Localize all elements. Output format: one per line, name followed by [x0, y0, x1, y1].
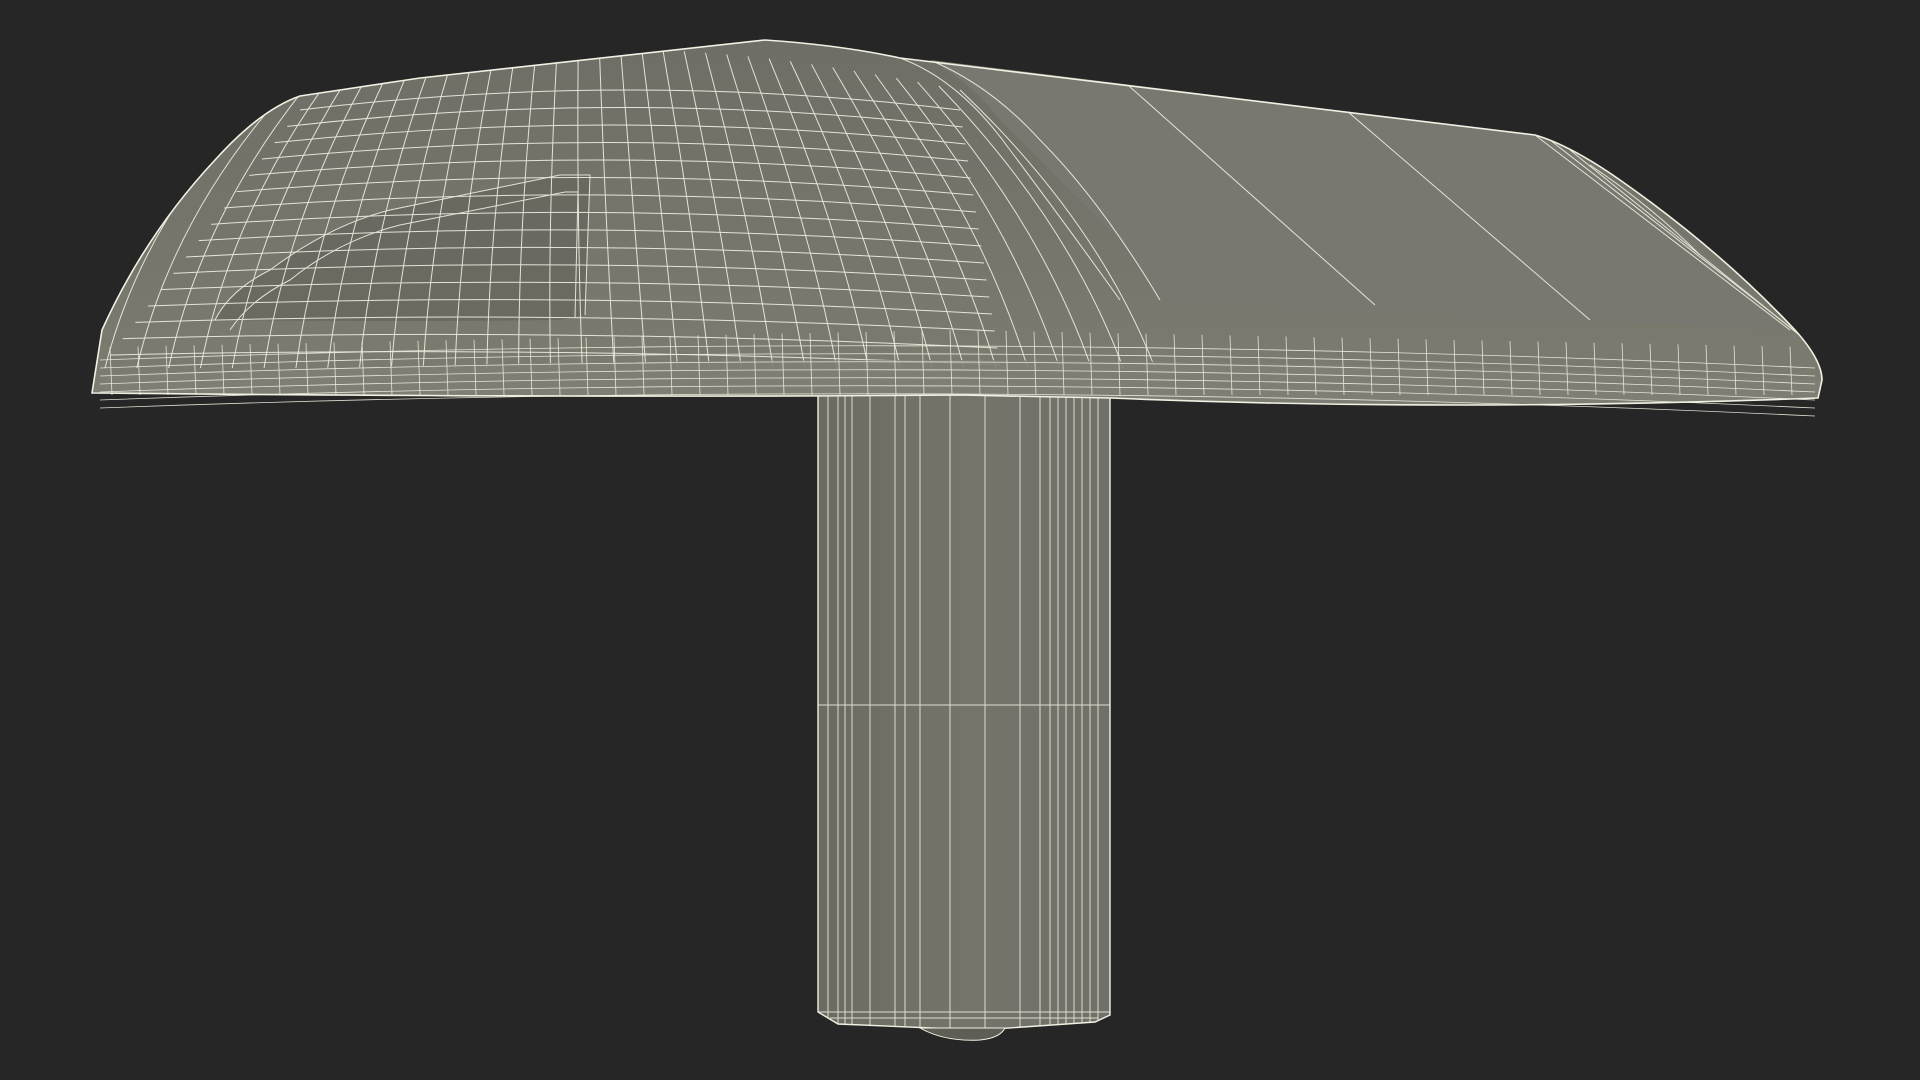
wireframe-render: [91, 39, 1823, 1041]
cap-shell: [91, 39, 1823, 417]
stem-tip: [918, 1027, 1006, 1041]
render-viewport: [0, 0, 1920, 1080]
stem-cylinder: [817, 390, 1111, 1031]
